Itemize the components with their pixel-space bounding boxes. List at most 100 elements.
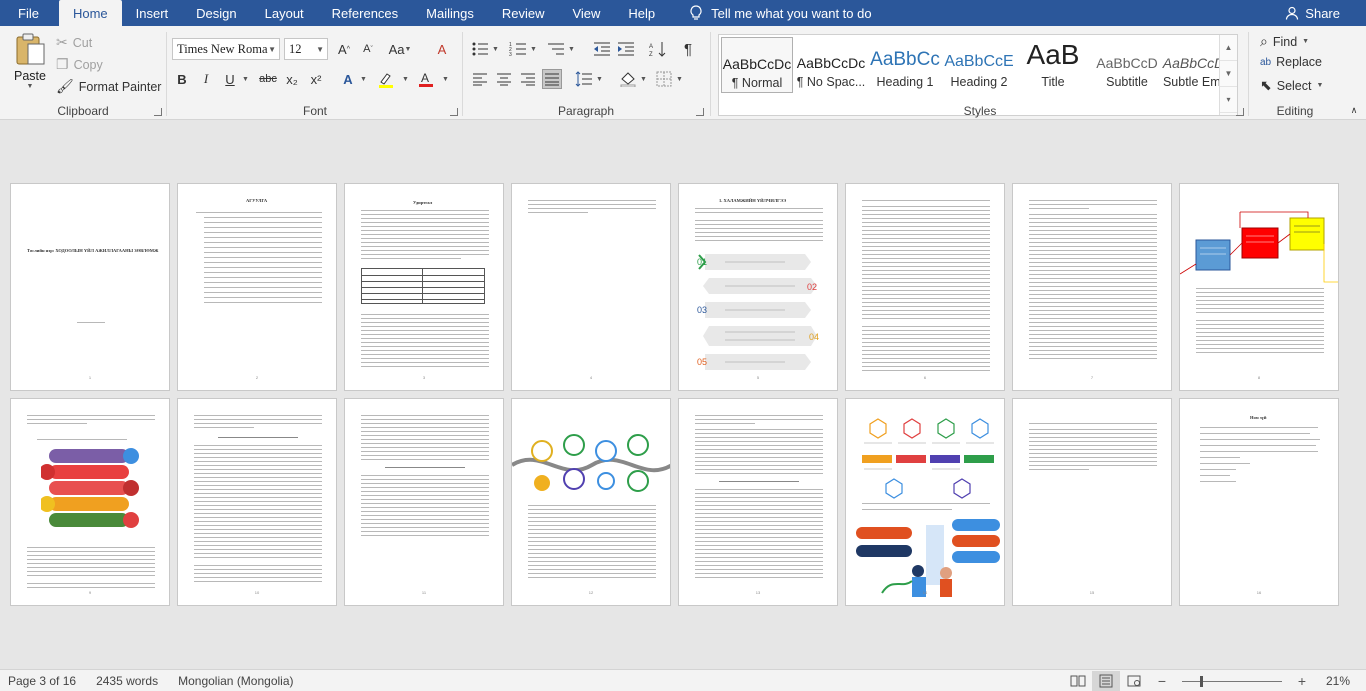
shading-icon[interactable] bbox=[618, 69, 638, 89]
decrease-indent-icon[interactable] bbox=[592, 39, 612, 59]
shading-dropdown-icon[interactable]: ▼ bbox=[640, 76, 647, 83]
text-effects-icon[interactable]: A bbox=[338, 69, 358, 89]
tab-references[interactable]: References bbox=[318, 0, 412, 26]
svg-text:Z: Z bbox=[649, 52, 653, 57]
svg-text:02: 02 bbox=[807, 282, 817, 292]
page-13[interactable]: 13 bbox=[678, 398, 838, 606]
find-dropdown-icon[interactable]: ▼ bbox=[1302, 38, 1309, 45]
numbering-icon[interactable]: 123 bbox=[508, 39, 528, 59]
hexagon-infographic bbox=[862, 418, 994, 499]
font-name-dropdown-icon[interactable]: ▼ bbox=[268, 45, 276, 54]
zoom-slider[interactable] bbox=[1181, 675, 1282, 687]
grow-font-button[interactable]: A ^ bbox=[334, 39, 354, 59]
tab-layout[interactable]: Layout bbox=[251, 0, 318, 26]
document-area[interactable]: Төслийн нэр: ХОДООЛЫН ҮЙЛ АЖИЛЛАГААНЫ ЗӨ… bbox=[0, 121, 1366, 669]
bullets-icon[interactable] bbox=[470, 39, 490, 59]
bold-button[interactable]: B bbox=[172, 69, 192, 89]
language-status[interactable]: Mongolian (Mongolia) bbox=[178, 674, 293, 688]
page-8[interactable]: 8 bbox=[1179, 183, 1339, 391]
share-button[interactable]: Share bbox=[1285, 0, 1366, 26]
line-spacing-icon[interactable] bbox=[574, 69, 594, 89]
line-spacing-dropdown-icon[interactable]: ▼ bbox=[596, 76, 603, 83]
page-14[interactable]: 14 bbox=[845, 398, 1005, 606]
page-10[interactable]: 10 bbox=[177, 398, 337, 606]
borders-dropdown-icon[interactable]: ▼ bbox=[676, 76, 683, 83]
subscript-button[interactable]: x₂ bbox=[282, 69, 302, 89]
font-launcher-icon[interactable] bbox=[450, 108, 458, 116]
find-button[interactable]: ⌕ Find ▼ bbox=[1260, 33, 1309, 50]
page-1[interactable]: Төслийн нэр: ХОДООЛЫН ҮЙЛ АЖИЛЛАГААНЫ ЗӨ… bbox=[10, 183, 170, 391]
highlight-icon[interactable] bbox=[376, 69, 396, 89]
replace-button[interactable]: ab Replace bbox=[1260, 55, 1322, 69]
page-11[interactable]: 11 bbox=[344, 398, 504, 606]
numbering-dropdown-icon[interactable]: ▼ bbox=[530, 46, 537, 53]
bullets-dropdown-icon[interactable]: ▼ bbox=[492, 46, 499, 53]
underline-dropdown-icon[interactable]: ▼ bbox=[242, 76, 249, 83]
tab-help[interactable]: Help bbox=[614, 0, 669, 26]
tell-me-text: Tell me what you want to do bbox=[711, 5, 872, 21]
read-mode-icon[interactable] bbox=[1064, 671, 1092, 691]
paste-dropdown-icon[interactable]: ▼ bbox=[10, 83, 50, 90]
copy-button[interactable]: ❐ Copy bbox=[56, 56, 103, 73]
page-4[interactable]: 4 bbox=[511, 183, 671, 391]
select-button[interactable]: ⬉ Select ▼ bbox=[1260, 77, 1323, 94]
multilevel-list-icon[interactable] bbox=[546, 39, 566, 59]
increase-indent-icon[interactable] bbox=[616, 39, 636, 59]
align-left-icon[interactable] bbox=[470, 69, 490, 89]
tab-insert[interactable]: Insert bbox=[122, 0, 183, 26]
underline-button[interactable]: U bbox=[220, 69, 240, 89]
justify-icon[interactable] bbox=[542, 69, 562, 89]
page-5[interactable]: 1. ХАЛАМЖИЙН ҮЙЛЧИЛГЭЭ 01 02 03 04 05 5 bbox=[678, 183, 838, 391]
page-2[interactable]: АГУУЛГА 2 bbox=[177, 183, 337, 391]
tab-home[interactable]: Home bbox=[58, 0, 122, 26]
page-6[interactable]: 6 bbox=[845, 183, 1005, 391]
page-7[interactable]: 7 bbox=[1012, 183, 1172, 391]
zoom-out-icon[interactable]: − bbox=[1148, 671, 1176, 691]
strikethrough-button[interactable]: abc bbox=[258, 69, 278, 89]
clear-formatting-icon[interactable]: A bbox=[432, 39, 452, 59]
sort-icon[interactable]: AZ bbox=[648, 39, 668, 59]
zoom-slider-thumb[interactable] bbox=[1199, 675, 1203, 687]
font-size-dropdown-icon[interactable]: ▼ bbox=[316, 45, 324, 54]
multilevel-dropdown-icon[interactable]: ▼ bbox=[568, 46, 575, 53]
word-count-status[interactable]: 2435 words bbox=[96, 674, 158, 688]
tab-mailings[interactable]: Mailings bbox=[412, 0, 488, 26]
zoom-in-icon[interactable]: + bbox=[1288, 671, 1316, 691]
paste-button[interactable]: Paste ▼ bbox=[10, 32, 50, 90]
tab-design[interactable]: Design bbox=[182, 0, 250, 26]
tab-file[interactable]: File bbox=[0, 0, 59, 26]
tell-me-box[interactable]: Tell me what you want to do bbox=[675, 0, 885, 26]
page-15[interactable]: 15 bbox=[1012, 398, 1172, 606]
align-right-icon[interactable] bbox=[518, 69, 538, 89]
styles-launcher-icon[interactable] bbox=[1236, 108, 1244, 116]
tab-view[interactable]: View bbox=[558, 0, 614, 26]
show-formatting-icon[interactable]: ¶ bbox=[678, 39, 698, 59]
select-dropdown-icon[interactable]: ▼ bbox=[1316, 82, 1323, 89]
font-color-dropdown-icon[interactable]: ▼ bbox=[442, 76, 449, 83]
zoom-level[interactable]: 21% bbox=[1326, 674, 1350, 688]
font-name-combo[interactable]: Times New Roma ▼ bbox=[172, 38, 280, 60]
page-3[interactable]: Удиртгал 3 bbox=[344, 183, 504, 391]
highlight-dropdown-icon[interactable]: ▼ bbox=[402, 76, 409, 83]
format-painter-button[interactable]: 🖌 Format Painter bbox=[56, 78, 161, 95]
superscript-button[interactable]: x² bbox=[306, 69, 326, 89]
borders-icon[interactable] bbox=[654, 69, 674, 89]
page-count-status[interactable]: Page 3 of 16 bbox=[8, 674, 76, 688]
cut-button[interactable]: ✂ Cut bbox=[56, 34, 92, 51]
paragraph-launcher-icon[interactable] bbox=[696, 108, 704, 116]
print-layout-icon[interactable] bbox=[1091, 671, 1120, 691]
text-effects-dropdown-icon[interactable]: ▼ bbox=[360, 76, 367, 83]
page-12[interactable]: 12 bbox=[511, 398, 671, 606]
font-color-icon[interactable]: A bbox=[416, 69, 436, 89]
web-layout-icon[interactable] bbox=[1120, 671, 1148, 691]
italic-button[interactable]: I bbox=[196, 69, 216, 89]
collapse-ribbon-icon[interactable]: ∧ bbox=[1344, 100, 1364, 120]
font-size-combo[interactable]: 12 ▼ bbox=[284, 38, 328, 60]
shrink-font-button[interactable]: Aˇ bbox=[358, 39, 378, 59]
tab-review[interactable]: Review bbox=[488, 0, 559, 26]
page-16[interactable]: Ном зүй 16 bbox=[1179, 398, 1339, 606]
change-case-button[interactable]: Aa ▼ bbox=[386, 39, 414, 59]
page-9[interactable]: 9 bbox=[10, 398, 170, 606]
clipboard-launcher-icon[interactable] bbox=[154, 108, 162, 116]
align-center-icon[interactable] bbox=[494, 69, 514, 89]
